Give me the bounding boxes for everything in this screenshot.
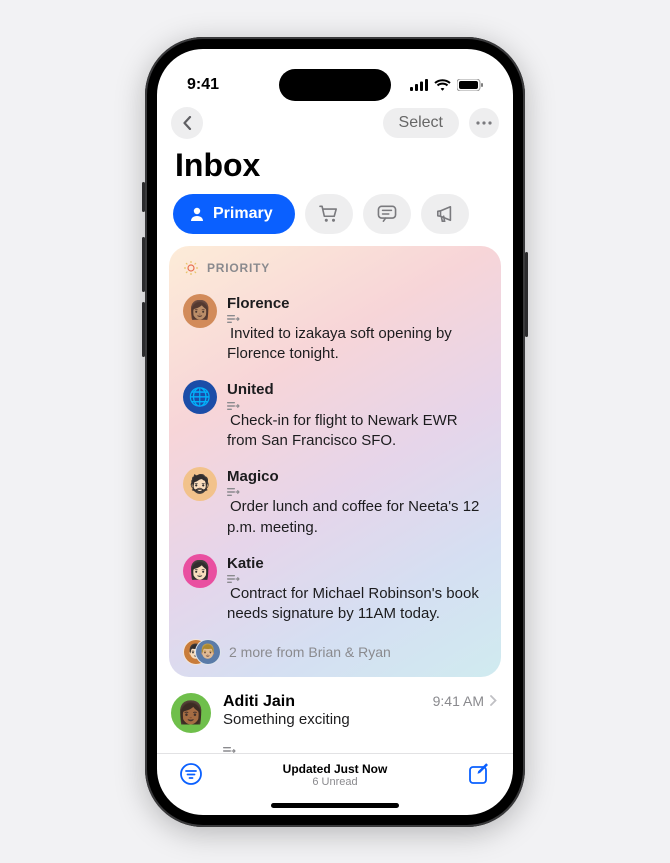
priority-section: PRIORITY 👩🏽 Florence Invited to izakaya … [169,246,501,677]
priority-item-text: United Check-in for flight to Newark EWR… [227,380,487,451]
chevron-left-icon [182,116,192,130]
avatar: 👩🏽 [183,294,217,328]
tab-primary-label: Primary [213,205,273,223]
priority-item-text: Katie Contract for Michael Robinson's bo… [227,554,487,625]
person-icon [189,206,205,222]
page-title: Inbox [157,143,513,194]
wifi-icon [434,79,451,91]
battery-icon [457,79,483,91]
select-button[interactable]: Select [383,108,459,138]
avatar-stack: 👨🏻 👨🏼 [183,639,219,665]
priority-label: PRIORITY [207,261,270,275]
message-list: 👩🏾 Aditi Jain 9:41 AM Something exciting… [169,677,501,753]
tab-transactions[interactable] [305,194,353,234]
filter-icon [179,762,203,786]
priority-item[interactable]: 🌐 United Check-in for flight to Newark E… [183,372,487,459]
message-subject: Something exciting [223,711,497,728]
tab-updates[interactable] [363,194,411,234]
priority-more[interactable]: 👨🏻 👨🏼 2 more from Brian & Ryan [183,633,487,667]
compose-icon [467,762,491,786]
status-time: 9:41 [187,76,219,94]
summary-icon [227,487,487,497]
priority-item[interactable]: 🧔🏻 Magico Order lunch and coffee for Nee… [183,459,487,546]
dynamic-island [279,69,391,101]
apple-intelligence-icon [183,260,199,276]
priority-item[interactable]: 👩🏽 Florence Invited to izakaya soft open… [183,286,487,373]
avatar: 🌐 [183,380,217,414]
message-preview: YA sci-fi trilogy by Ghanaian author, Lo… [223,728,497,753]
back-button[interactable] [171,107,203,139]
summary-icon [227,574,487,584]
tab-promotions[interactable] [421,194,469,234]
category-tabs: Primary [157,194,513,246]
summary-icon [227,314,487,324]
priority-item-text: Magico Order lunch and coffee for Neeta'… [227,467,487,538]
priority-item-text: Florence Invited to izakaya soft opening… [227,294,487,365]
chevron-right-icon [490,695,497,706]
avatar: 👩🏻 [183,554,217,588]
toolbar-unread: 6 Unread [283,776,388,788]
priority-item[interactable]: 👩🏻 Katie Contract for Michael Robinson's… [183,546,487,633]
phone-frame: 9:41 Select [145,37,525,827]
tab-primary[interactable]: Primary [173,194,295,234]
message-time: 9:41 AM [433,693,484,709]
message-icon [377,205,397,223]
summary-icon [227,401,487,411]
compose-button[interactable] [467,762,491,786]
toolbar-status: Updated Just Now [283,762,388,776]
nav-bar: Select [157,103,513,143]
cellular-icon [410,79,428,91]
ellipsis-icon [476,121,492,125]
home-indicator[interactable] [271,803,399,808]
message-item[interactable]: 👩🏾 Aditi Jain 9:41 AM Something exciting… [169,683,501,753]
avatar: 👩🏾 [171,693,211,733]
avatar: 🧔🏻 [183,467,217,501]
megaphone-icon [435,205,455,223]
cart-icon [319,205,339,223]
more-button[interactable] [469,108,499,138]
priority-more-text: 2 more from Brian & Ryan [229,644,391,660]
filter-button[interactable] [179,762,203,786]
message-sender: Aditi Jain [223,693,295,711]
